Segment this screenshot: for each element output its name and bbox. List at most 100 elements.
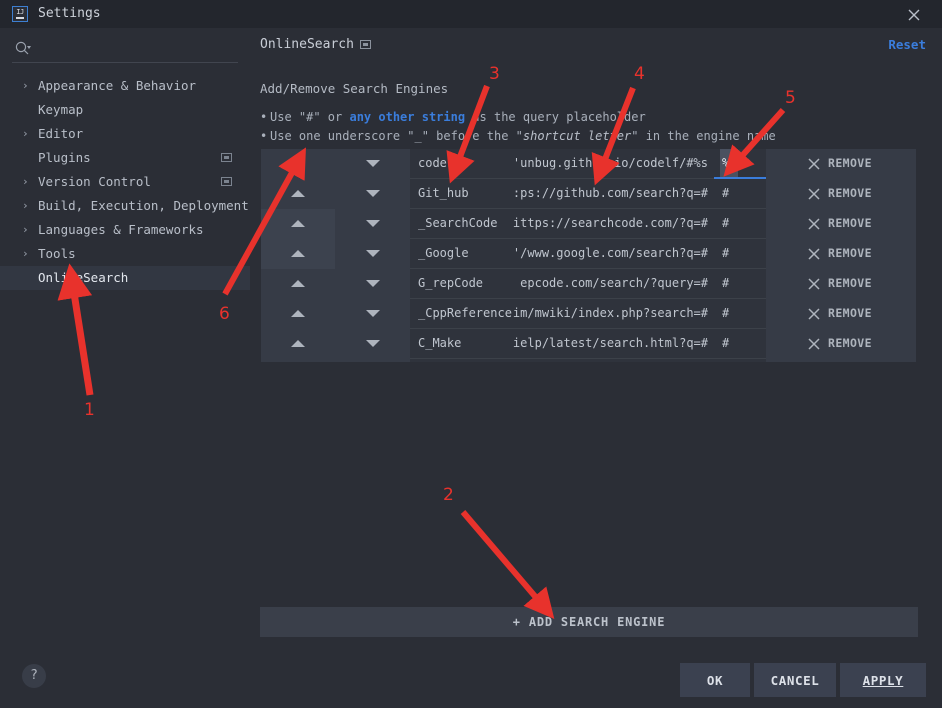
sidebar-item-languages-frameworks[interactable]: › Languages & Frameworks — [0, 218, 250, 242]
placeholder-cell[interactable]: # — [722, 179, 729, 208]
engine-name-cell[interactable]: _SearchCode — [418, 209, 497, 238]
search-field[interactable] — [12, 36, 238, 63]
table-row[interactable]: Git_hub — [410, 179, 515, 209]
remove-button[interactable]: REMOVE — [766, 299, 916, 329]
move-up-icon[interactable] — [291, 280, 305, 287]
search-input[interactable] — [40, 37, 234, 59]
placeholder-cell[interactable]: %s — [720, 149, 738, 177]
engine-name-cell[interactable]: C_Make — [418, 329, 461, 358]
engine-url-cell[interactable]: im/mwiki/index.php?search=# — [513, 299, 708, 328]
bullet-icon: • — [260, 127, 270, 146]
table-row[interactable]: # — [714, 329, 766, 359]
reset-link[interactable]: Reset — [888, 37, 926, 52]
move-down-icon[interactable] — [366, 340, 380, 347]
add-search-engine-button[interactable]: + ADD SEARCH ENGINE — [260, 607, 918, 637]
table-row[interactable]: # — [714, 209, 766, 239]
help-button[interactable]: ? — [22, 664, 46, 688]
remove-button[interactable]: REMOVE — [766, 179, 916, 209]
move-down-icon[interactable] — [366, 310, 380, 317]
move-up-icon[interactable] — [291, 310, 305, 317]
annotation-number-5: 5 — [785, 88, 796, 108]
apply-label: APPLY — [863, 673, 904, 688]
plugin-badge-icon — [221, 153, 232, 162]
table-row[interactable]: epcode.com/search/?query=# — [515, 269, 714, 299]
move-down-icon[interactable] — [366, 190, 380, 197]
table-row[interactable]: codelf — [410, 149, 515, 179]
engine-name-cell[interactable]: _CppReference — [418, 299, 512, 328]
engine-name-cell[interactable]: Git_hub — [418, 179, 469, 208]
move-up-icon[interactable] — [291, 340, 305, 347]
engine-url-cell[interactable]: ittps://searchcode.com/?q=# — [513, 209, 708, 238]
placeholder-cell[interactable]: # — [722, 209, 729, 238]
table-row[interactable]: 'unbug.github.io/codelf/#%s — [515, 149, 714, 179]
hint-text-emphasis: shortcut letter — [523, 129, 631, 143]
move-down-icon[interactable] — [366, 280, 380, 287]
sidebar-item-appearance-behavior[interactable]: › Appearance & Behavior — [0, 74, 250, 98]
search-icon — [14, 40, 32, 61]
table-row — [335, 209, 410, 239]
table-row — [335, 299, 410, 329]
close-icon[interactable] — [904, 5, 924, 25]
engine-url-cell[interactable]: :ps://github.com/search?q=# — [513, 179, 708, 208]
table-row[interactable]: _Google — [410, 239, 515, 269]
intellij-logo-icon: IJ — [12, 6, 28, 22]
move-up-icon[interactable] — [291, 190, 305, 197]
placeholder-column: %s # # # # # # — [714, 149, 766, 362]
move-up-icon[interactable] — [291, 250, 305, 257]
sidebar-item-tools[interactable]: › Tools — [0, 242, 250, 266]
table-row[interactable]: C_Make — [410, 329, 515, 359]
section-heading: Add/Remove Search Engines — [260, 81, 448, 96]
move-up-icon[interactable] — [291, 160, 305, 167]
table-row[interactable]: ielp/latest/search.html?q=# — [515, 329, 714, 359]
table-row — [335, 149, 410, 179]
remove-button[interactable]: REMOVE — [766, 239, 916, 269]
placeholder-cell[interactable]: # — [722, 239, 729, 268]
table-row[interactable]: :ps://github.com/search?q=# — [515, 179, 714, 209]
remove-label: REMOVE — [828, 269, 872, 298]
sidebar-item-keymap[interactable]: Keymap — [0, 98, 250, 122]
remove-button[interactable]: REMOVE — [766, 149, 916, 179]
table-row[interactable]: '/www.google.com/search?q=# — [515, 239, 714, 269]
engine-name-cell[interactable]: _Google — [418, 239, 469, 268]
table-row[interactable]: # — [714, 299, 766, 329]
table-row[interactable]: _SearchCode — [410, 209, 515, 239]
move-down-icon[interactable] — [366, 160, 380, 167]
ok-button[interactable]: OK — [680, 663, 750, 697]
remove-label: REMOVE — [828, 149, 872, 178]
sidebar-item-onlinesearch[interactable]: OnlineSearch — [0, 266, 250, 290]
sidebar-item-editor[interactable]: › Editor — [0, 122, 250, 146]
annotation-number-2: 2 — [443, 485, 454, 505]
hint-text-pre: Use "#" or — [270, 110, 349, 124]
table-row[interactable]: # — [714, 179, 766, 209]
engine-name-cell[interactable]: G_repCode — [418, 269, 483, 298]
remove-button[interactable]: REMOVE — [766, 209, 916, 239]
table-row[interactable]: im/mwiki/index.php?search=# — [515, 299, 714, 329]
main-panel: OnlineSearch Reset Add/Remove Search Eng… — [250, 28, 942, 653]
move-up-icon[interactable] — [291, 220, 305, 227]
sidebar-item-plugins[interactable]: Plugins — [0, 146, 250, 170]
table-row[interactable]: G_repCode — [410, 269, 515, 299]
placeholder-cell[interactable]: # — [722, 299, 729, 328]
table-row-editing[interactable]: %s — [714, 149, 766, 179]
sidebar-item-version-control[interactable]: › Version Control — [0, 170, 250, 194]
engine-url-cell[interactable]: '/www.google.com/search?q=# — [513, 239, 708, 268]
remove-button[interactable]: REMOVE — [766, 269, 916, 299]
sidebar-item-build-execution-deployment[interactable]: › Build, Execution, Deployment — [0, 194, 250, 218]
table-row[interactable]: _CppReference — [410, 299, 515, 329]
engine-name-column: codelf Git_hub _SearchCode _Google G_rep… — [410, 149, 515, 362]
move-down-icon[interactable] — [366, 250, 380, 257]
table-row[interactable]: ittps://searchcode.com/?q=# — [515, 209, 714, 239]
placeholder-cell[interactable]: # — [722, 329, 729, 358]
table-row[interactable]: # — [714, 239, 766, 269]
engine-url-cell[interactable]: 'unbug.github.io/codelf/#%s — [513, 149, 708, 178]
table-row[interactable]: # — [714, 269, 766, 299]
placeholder-cell[interactable]: # — [722, 269, 729, 298]
engine-url-cell[interactable]: ielp/latest/search.html?q=# — [513, 329, 708, 358]
cancel-button[interactable]: CANCEL — [754, 663, 836, 697]
annotation-number-1: 1 — [84, 400, 95, 420]
apply-button[interactable]: APPLY — [840, 663, 926, 697]
engine-url-cell[interactable]: epcode.com/search/?query=# — [520, 269, 708, 298]
remove-button[interactable]: REMOVE — [766, 329, 916, 359]
engine-name-cell[interactable]: codelf — [418, 149, 461, 178]
move-down-icon[interactable] — [366, 220, 380, 227]
